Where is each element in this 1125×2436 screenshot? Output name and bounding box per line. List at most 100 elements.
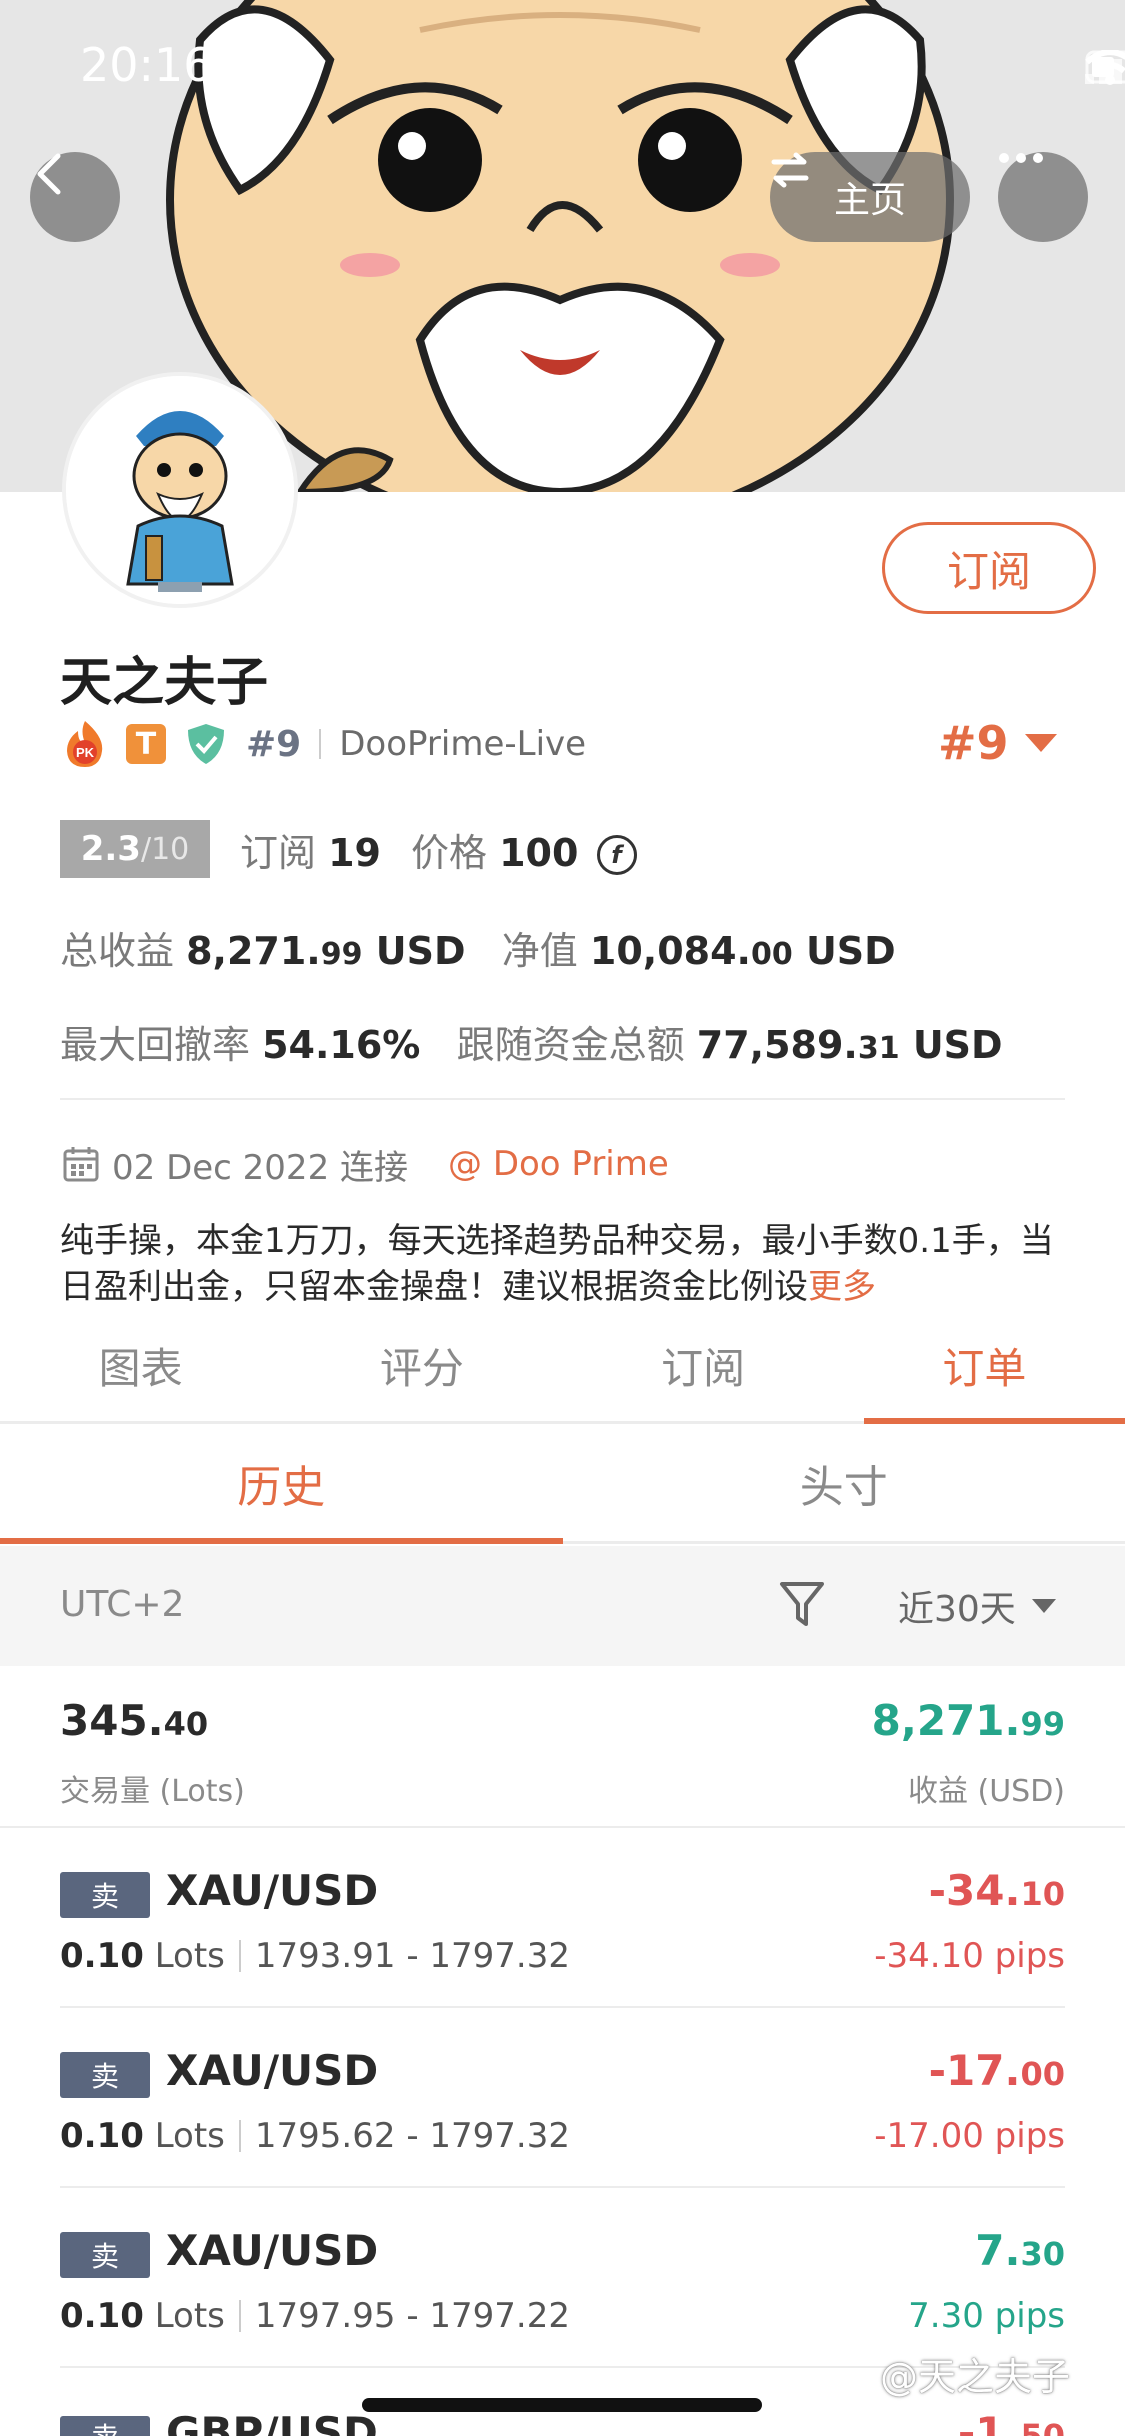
order-pips: -34.10 pips: [874, 1936, 1065, 1976]
period-label: 近30天: [898, 1589, 1016, 1630]
pk-badge-text: PK: [76, 745, 95, 760]
tab-subscribe[interactable]: 订阅: [563, 1310, 844, 1421]
total-profit-label: 总收益: [60, 929, 175, 973]
tab-rating[interactable]: 评分: [281, 1310, 562, 1421]
side-tag: 卖: [60, 2416, 150, 2436]
battery-icon: [1085, 50, 1125, 84]
drawdown-follow-row: 最大回撤率 54.16% 跟随资金总额 77,589.31 USD: [60, 1014, 1003, 1069]
symbol: XAU/USD: [166, 1866, 379, 1915]
filter-funnel-icon[interactable]: [778, 1580, 826, 1630]
trader-name: 天之夫子: [60, 653, 269, 713]
home-button[interactable]: 主页: [770, 152, 970, 242]
max-drawdown-label: 最大回撤率: [60, 1023, 251, 1067]
orders-summary: 345.40 交易量 (Lots) 8,271.99 收益 (USD): [0, 1666, 1125, 1828]
order-meta: 0.10 Lots 1797.95 - 1797.22: [60, 2296, 570, 2336]
profit-equity-row: 总收益 8,271.99 USD 净值 10,084.00 USD: [60, 920, 896, 975]
order-row[interactable]: 卖 XAU/USD 0.10 Lots 1797.95 - 1797.22 7.…: [60, 2188, 1065, 2368]
volume-label: 交易量 (Lots): [60, 1774, 245, 1809]
equity-value: 10,084.00 USD: [589, 929, 896, 973]
calendar-icon: [63, 1147, 99, 1182]
t-badge: T: [126, 724, 166, 764]
subscribers-stat: 订阅 19: [240, 822, 381, 877]
price-value: 100: [499, 830, 579, 875]
broker-link[interactable]: @ Doo Prime: [448, 1144, 669, 1184]
description-text: 纯手操，本金1万刀，每天选择趋势品种交易，最小手数0.1手，当日盈利出金，只留本…: [60, 1221, 1054, 1307]
order-row[interactable]: 卖 XAU/USD 0.10 Lots 1795.62 - 1797.32 -1…: [60, 2008, 1065, 2188]
tab-chart[interactable]: 图表: [0, 1310, 281, 1421]
divider: [60, 1098, 1065, 1100]
symbol: XAU/USD: [166, 2046, 379, 2095]
lots-unit: Lots: [154, 2296, 225, 2336]
status-time: 20:16: [80, 38, 213, 92]
order-profit: -1.50: [957, 2408, 1065, 2436]
order-profit: -34.10: [928, 1866, 1065, 1915]
verified-shield-icon: [188, 724, 224, 764]
subscribers-value: 19: [328, 830, 381, 875]
divider: [238, 1940, 241, 1972]
subscribers-label: 订阅: [240, 830, 317, 875]
rank-label: #9: [246, 723, 302, 765]
more-link[interactable]: 更多: [808, 1267, 876, 1307]
more-options-button[interactable]: [998, 152, 1088, 242]
rank-dropdown-label: #9: [938, 716, 1009, 770]
watermark: @天之夫子: [880, 2355, 1071, 2399]
order-meta: 0.10 Lots 1793.91 - 1797.32: [60, 1936, 570, 1976]
lots-value: 0.10: [60, 2116, 144, 2156]
side-tag: 卖: [60, 2052, 150, 2098]
subtab-history[interactable]: 历史: [0, 1424, 563, 1544]
rating-row: 2.3/10 订阅 19 价格 100 f: [60, 820, 637, 878]
score-value: 2.3: [80, 829, 141, 869]
status-bar: 20:16: [0, 0, 1125, 132]
back-button[interactable]: [30, 152, 120, 242]
divider: [319, 729, 322, 759]
main-tabs: 图表 评分 订阅 订单: [0, 1310, 1125, 1424]
order-pips: 7.30 pips: [908, 2296, 1065, 2336]
price-range: 1797.95 - 1797.22: [254, 2296, 570, 2336]
connection-date: 02 Dec 2022 连接: [112, 1147, 409, 1188]
follow-funds-label: 跟随资金总额: [456, 1023, 685, 1067]
more-dots-icon: [999, 153, 1043, 163]
max-drawdown-value: 54.16%: [262, 1023, 421, 1067]
profit-label: 收益 (USD): [907, 1774, 1065, 1809]
order-pips: -17.00 pips: [874, 2116, 1065, 2156]
tab-orders[interactable]: 订单: [844, 1310, 1125, 1424]
home-indicator[interactable]: [362, 2398, 762, 2412]
lots-unit: Lots: [154, 2116, 225, 2156]
price-label: 价格: [411, 830, 488, 875]
equity-label: 净值: [501, 929, 578, 973]
server-name: DooPrime-Live: [339, 724, 587, 764]
order-profit: -17.00: [928, 2046, 1065, 2095]
symbol: XAU/USD: [166, 2226, 379, 2275]
order-row[interactable]: 卖 XAU/USD 0.10 Lots 1793.91 - 1797.32 -3…: [60, 1828, 1065, 2008]
divider: [238, 2120, 241, 2152]
subscribe-button[interactable]: 订阅: [882, 522, 1096, 614]
price-range: 1795.62 - 1797.32: [254, 2116, 570, 2156]
follow-funds-value: 77,589.31 USD: [696, 1023, 1003, 1067]
total-profit-value: 8,271.99 USD: [186, 929, 466, 973]
swap-arrows-icon: [771, 152, 809, 188]
divider: [238, 2300, 241, 2332]
coin-icon: f: [596, 835, 637, 875]
price-range: 1793.91 - 1797.32: [254, 1936, 570, 1976]
volume-value: 345.40: [60, 1696, 209, 1745]
avatar-cartoon-image: [66, 376, 294, 604]
lots-unit: Lots: [154, 1936, 225, 1976]
side-tag: 卖: [60, 2232, 150, 2278]
connection-row: 02 Dec 2022 连接 @ Doo Prime: [62, 1140, 669, 1188]
caret-down-icon: [1024, 734, 1057, 752]
chevron-left-icon: [37, 153, 61, 195]
rank-dropdown[interactable]: #9: [938, 716, 1057, 770]
profit-value: 8,271.99: [871, 1696, 1065, 1745]
caret-down-icon: [1031, 1599, 1056, 1613]
period-dropdown[interactable]: 近30天: [898, 1580, 1056, 1632]
order-profit: 7.30: [975, 2226, 1065, 2275]
badge-row: PK T #9 DooPrime-Live: [62, 716, 586, 772]
filter-bar: UTC+2 近30天: [0, 1546, 1125, 1666]
symbol: GBP/USD: [166, 2408, 378, 2436]
subtab-positions[interactable]: 头寸: [563, 1424, 1125, 1541]
avatar[interactable]: [62, 372, 298, 608]
timezone-label: UTC+2: [60, 1584, 185, 1625]
score-badge: 2.3/10: [60, 820, 210, 878]
side-tag: 卖: [60, 1872, 150, 1918]
score-denominator: /10: [140, 831, 190, 867]
